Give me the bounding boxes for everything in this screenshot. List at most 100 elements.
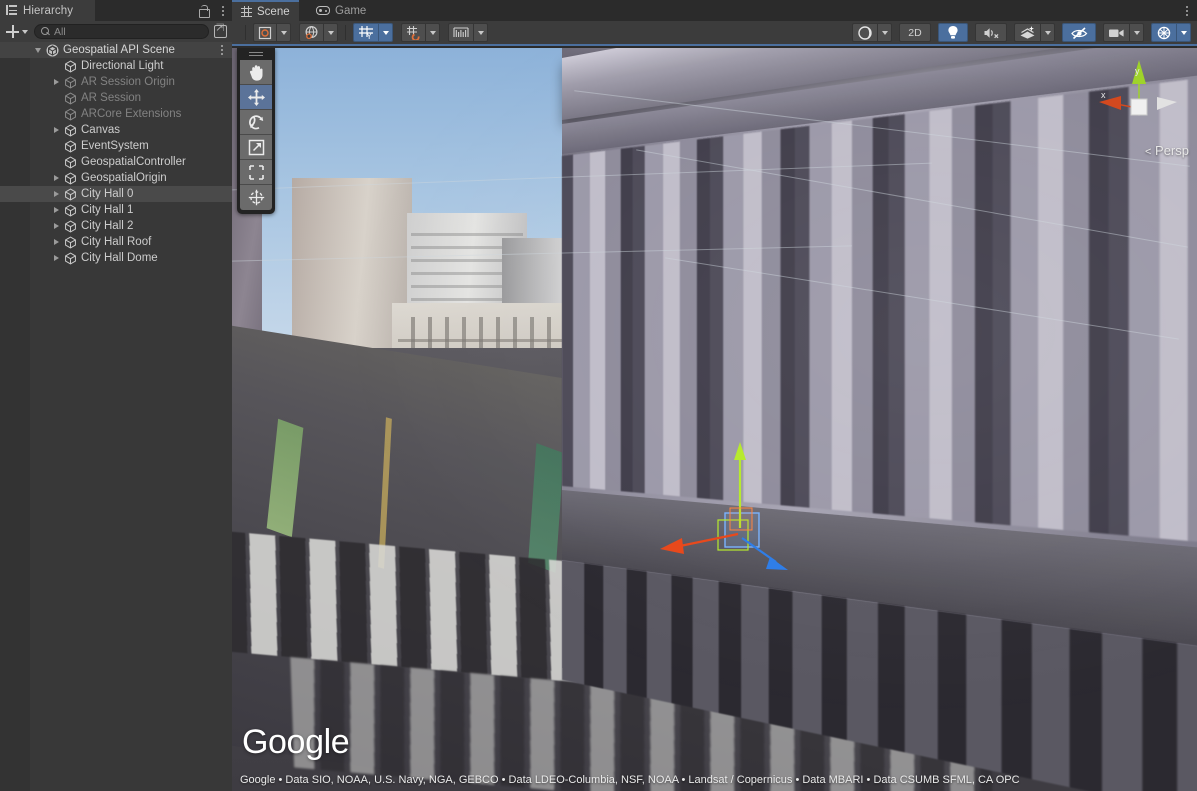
hierarchy-row-label: ARCore Extensions xyxy=(81,108,181,120)
game-object-icon xyxy=(64,236,77,249)
kebab-menu-icon[interactable] xyxy=(217,4,228,17)
game-object-icon xyxy=(64,124,77,137)
tab-hierarchy-label: Hierarchy xyxy=(23,5,73,17)
increment-snap-group xyxy=(448,23,488,42)
scene-viewport[interactable]: y x < Persp Google Google • Data SIO, NO… xyxy=(232,48,1197,791)
toolbar-divider xyxy=(245,25,246,40)
scene-camera-group xyxy=(1103,23,1144,42)
tab-hierarchy[interactable]: Hierarchy xyxy=(0,0,95,21)
hierarchy-row[interactable]: City Hall 0 xyxy=(0,186,232,202)
gizmos-caret[interactable] xyxy=(1176,23,1191,42)
game-object-icon xyxy=(64,220,77,233)
hierarchy-row[interactable]: City Hall 1 xyxy=(0,202,232,218)
tab-game[interactable]: Game xyxy=(307,0,375,21)
hierarchy-row-label: AR Session Origin xyxy=(81,76,175,88)
hierarchy-row[interactable]: GeospatialOrigin xyxy=(0,170,232,186)
search-input[interactable]: All xyxy=(34,24,209,39)
rotate-tool[interactable] xyxy=(240,110,272,135)
expand-toggle[interactable] xyxy=(50,122,62,138)
hierarchy-row-label: AR Session xyxy=(81,92,141,104)
hierarchy-rows: Directional Light AR Session Origin AR Ses… xyxy=(0,58,232,266)
scene-toolbar: Y xyxy=(232,21,1197,46)
hierarchy-row[interactable]: Canvas xyxy=(0,122,232,138)
hierarchy-row[interactable]: EventSystem xyxy=(0,138,232,154)
gizmos-toggle[interactable] xyxy=(1151,23,1176,42)
projection-mode-label[interactable]: < Persp xyxy=(1145,143,1189,158)
scene-fx-group xyxy=(1014,23,1055,42)
hierarchy-row[interactable]: ARCore Extensions xyxy=(0,106,232,122)
tab-scene[interactable]: Scene xyxy=(232,0,299,21)
game-object-icon xyxy=(64,188,77,201)
unity-editor-window: Hierarchy All xyxy=(0,0,1197,791)
game-object-icon xyxy=(64,252,77,265)
create-object-button[interactable] xyxy=(4,25,30,38)
gizmo-axis-y-label: y xyxy=(1135,66,1140,76)
grid-snap-toggle[interactable] xyxy=(401,23,425,42)
transform-tool[interactable] xyxy=(240,185,272,210)
increment-snap-toggle[interactable] xyxy=(448,23,473,42)
rect-transform-tool[interactable] xyxy=(240,160,272,185)
handle-space-dropdown[interactable] xyxy=(323,23,338,42)
map-attribution-text: Google • Data SIO, NOAA, U.S. Navy, NGA,… xyxy=(240,774,1020,786)
hierarchy-scene-row[interactable]: Geospatial API Scene xyxy=(0,42,232,58)
hierarchy-row[interactable]: AR Session xyxy=(0,90,232,106)
unity-scene-icon xyxy=(46,44,59,57)
expand-toggle[interactable] xyxy=(50,170,62,186)
lock-open-icon[interactable] xyxy=(199,5,208,16)
open-in-sub-scene-icon[interactable] xyxy=(213,24,228,39)
hierarchy-panel: Hierarchy All xyxy=(0,0,232,791)
scene-panel-kebab-icon[interactable] xyxy=(1181,4,1192,17)
tool-palette-drag-handle[interactable] xyxy=(240,48,272,60)
expand-toggle[interactable] xyxy=(50,74,62,90)
scene-row-kebab-icon[interactable] xyxy=(216,43,227,56)
grid-axis-dropdown[interactable] xyxy=(378,23,393,42)
game-object-icon xyxy=(64,108,77,121)
grid-axis-group: Y xyxy=(353,23,393,42)
shading-mode-group xyxy=(852,23,892,42)
hierarchy-row[interactable]: AR Session Origin xyxy=(0,74,232,90)
scene-tabbar: Scene Game xyxy=(232,0,1197,21)
plus-icon xyxy=(6,25,19,38)
expand-toggle[interactable] xyxy=(50,218,62,234)
scene-expand-toggle[interactable] xyxy=(32,42,44,58)
game-object-icon xyxy=(64,172,77,185)
shading-mode-caret[interactable] xyxy=(877,23,892,42)
search-placeholder: All xyxy=(54,26,66,38)
pivot-rotation-toggle[interactable] xyxy=(253,23,276,42)
scene-fx-caret[interactable] xyxy=(1040,23,1055,42)
move-gizmo[interactable] xyxy=(652,438,802,578)
hierarchy-row[interactable]: City Hall Roof xyxy=(0,234,232,250)
hierarchy-row-label: City Hall 2 xyxy=(81,220,133,232)
toolbar-divider-2 xyxy=(345,25,346,40)
scene-fx-dropdown[interactable] xyxy=(1014,23,1040,42)
hierarchy-row[interactable]: City Hall Dome xyxy=(0,250,232,266)
game-object-icon xyxy=(64,92,77,105)
hierarchy-toolbar: All xyxy=(0,21,232,42)
grid-snap-dropdown[interactable] xyxy=(425,23,440,42)
handle-space-toggle[interactable] xyxy=(299,23,323,42)
increment-snap-dropdown[interactable] xyxy=(473,23,488,42)
hierarchy-row[interactable]: City Hall 2 xyxy=(0,218,232,234)
scale-tool[interactable] xyxy=(240,135,272,160)
hierarchy-scene-label: Geospatial API Scene xyxy=(63,44,175,56)
gamepad-icon xyxy=(316,6,330,15)
scene-camera-dropdown[interactable] xyxy=(1103,23,1129,42)
expand-toggle[interactable] xyxy=(50,234,62,250)
move-tool[interactable] xyxy=(240,85,272,110)
grid-axis-y-toggle[interactable]: Y xyxy=(353,23,378,42)
scene-lighting-toggle[interactable] xyxy=(938,23,968,42)
pivot-rotation-dropdown[interactable] xyxy=(276,23,291,42)
2d-toggle[interactable]: 2D xyxy=(899,23,931,42)
view-pan-tool[interactable] xyxy=(240,60,272,85)
scene-camera-caret[interactable] xyxy=(1129,23,1144,42)
hierarchy-row[interactable]: GeospatialController xyxy=(0,154,232,170)
hierarchy-row-label: Canvas xyxy=(81,124,120,136)
shading-mode-dropdown[interactable] xyxy=(852,23,877,42)
scene-audio-toggle[interactable] xyxy=(975,23,1007,42)
hidden-objects-toggle[interactable] xyxy=(1062,23,1096,42)
hierarchy-row-label: Directional Light xyxy=(81,60,163,72)
expand-toggle[interactable] xyxy=(50,186,62,202)
hierarchy-row[interactable]: Directional Light xyxy=(0,58,232,74)
expand-toggle[interactable] xyxy=(50,202,62,218)
expand-toggle[interactable] xyxy=(50,250,62,266)
